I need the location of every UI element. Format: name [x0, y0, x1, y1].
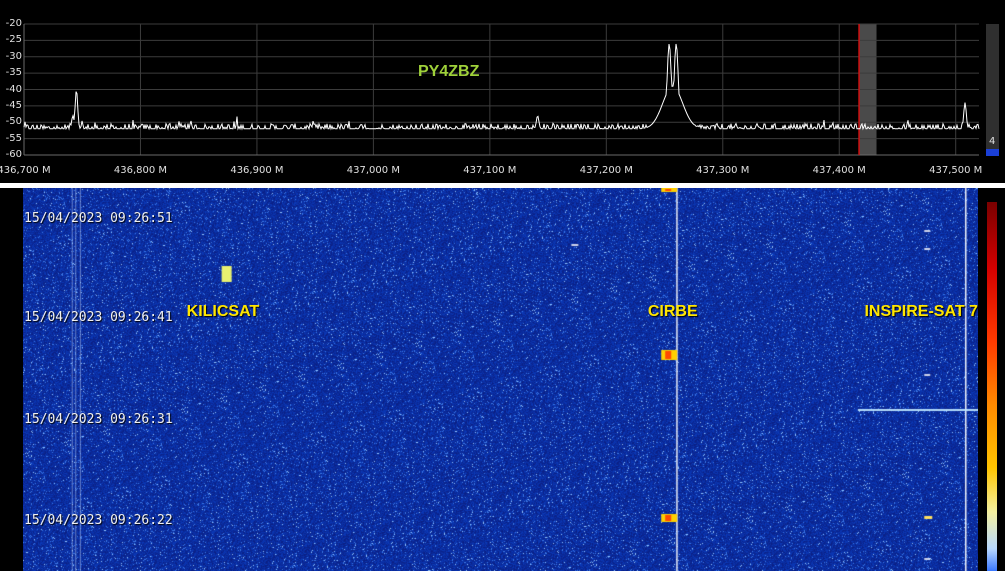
sdr-application: -20 -25 -30 -35 -40 -45 -50 -55 -60 436,700 M 436…	[0, 0, 1005, 571]
waterfall-timestamp: 15/04/2023 09:26:22	[24, 513, 173, 529]
db-tick-label: -60	[5, 149, 22, 160]
frequency-tick-label: 437,500 M	[929, 165, 983, 176]
frequency-tick-label: 437,100 M	[463, 165, 517, 176]
waterfall-color-scale	[987, 202, 997, 571]
frequency-tick-label: 436,800 M	[113, 165, 168, 176]
callsign-label: PY4ZBZ	[418, 63, 480, 80]
frequency-tick-label: 437,300 M	[696, 165, 750, 176]
db-tick-label: -45	[5, 99, 22, 111]
satellite-label: KILICSAT	[186, 303, 260, 320]
waterfall-panel[interactable]: 15/04/2023 09:26:51 15/04/2023 09:26:41 15…	[0, 188, 1005, 571]
spectrum-plot[interactable]	[0, 0, 1005, 183]
frequency-tick-label: 437,400 M	[812, 165, 866, 176]
db-tick-label: -30	[5, 50, 22, 62]
waterfall-timestamp: 15/04/2023 09:26:31	[24, 411, 173, 427]
frequency-tick-label: 436,700 M	[0, 165, 51, 176]
spectrum-panel[interactable]: -20 -25 -30 -35 -40 -45 -50 -55 -60 436,700 M 436…	[0, 0, 1005, 183]
frequency-tick-label: 437,000 M	[346, 165, 400, 176]
waterfall-timestamp: 15/04/2023 09:26:51	[24, 210, 173, 226]
waterfall-timestamp: 15/04/2023 09:26:41	[24, 310, 173, 326]
db-tick-label: -20	[5, 18, 22, 29]
signal-level-value: 4	[989, 136, 996, 147]
db-tick-label: -40	[5, 83, 22, 95]
db-tick-label: -25	[5, 34, 22, 46]
db-tick-label: -35	[5, 67, 22, 79]
satellite-label: CIRBE	[647, 303, 698, 320]
db-tick-label: -55	[5, 132, 22, 144]
frequency-tick-label: 437,200 M	[579, 165, 633, 176]
satellite-label: INSPIRE-SAT 7	[864, 303, 978, 320]
signal-level-fill	[986, 149, 999, 156]
db-tick-label: -50	[5, 116, 22, 128]
frequency-tick-label: 436,900 M	[230, 165, 284, 176]
